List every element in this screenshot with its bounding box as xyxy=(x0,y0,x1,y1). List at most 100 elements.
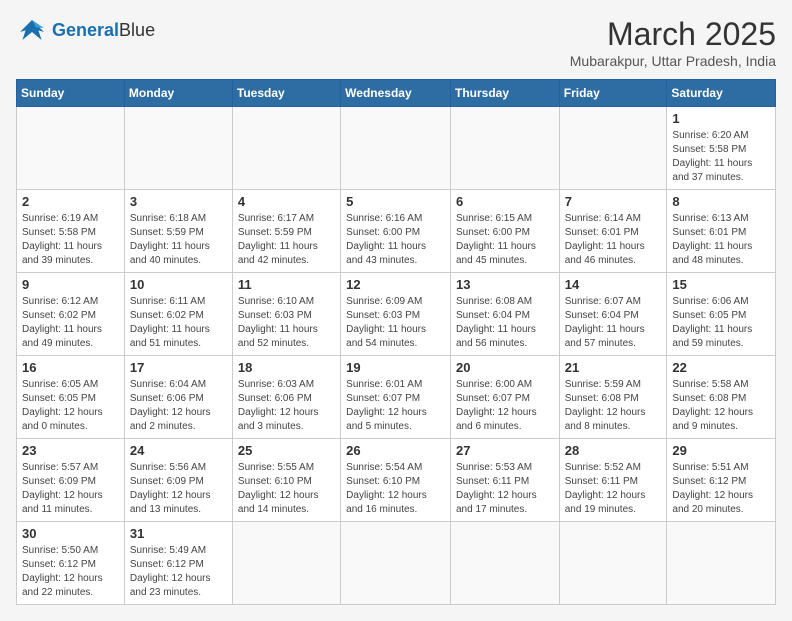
day-number: 11 xyxy=(238,277,335,292)
logo-icon xyxy=(16,16,48,44)
day-number: 28 xyxy=(565,443,662,458)
day-number: 17 xyxy=(130,360,227,375)
day-info: Sunrise: 5:57 AMSunset: 6:09 PMDaylight:… xyxy=(22,461,119,517)
day-number: 30 xyxy=(22,526,119,541)
day-number: 27 xyxy=(456,443,554,458)
day-number: 13 xyxy=(456,277,554,292)
calendar-week-6: 30 Sunrise: 5:50 AMSunset: 6:12 PMDayligh… xyxy=(17,522,776,605)
month-title: March 2025 xyxy=(570,16,776,53)
day-number: 18 xyxy=(238,360,335,375)
day-number: 6 xyxy=(456,194,554,209)
calendar-cell: 31 Sunrise: 5:49 AMSunset: 6:12 PMDayligh… xyxy=(124,522,232,605)
day-info: Sunrise: 6:09 AMSunset: 6:03 PMDaylight:… xyxy=(346,295,445,351)
calendar-cell xyxy=(232,107,340,190)
day-number: 24 xyxy=(130,443,227,458)
day-info: Sunrise: 6:03 AMSunset: 6:06 PMDaylight:… xyxy=(238,378,335,434)
day-info: Sunrise: 6:05 AMSunset: 6:05 PMDaylight:… xyxy=(22,378,119,434)
day-info: Sunrise: 5:58 AMSunset: 6:08 PMDaylight:… xyxy=(672,378,770,434)
day-number: 14 xyxy=(565,277,662,292)
day-info: Sunrise: 6:08 AMSunset: 6:04 PMDaylight:… xyxy=(456,295,554,351)
calendar-cell xyxy=(667,522,776,605)
calendar-week-3: 9Sunrise: 6:12 AMSunset: 6:02 PMDaylight… xyxy=(17,273,776,356)
day-info: Sunrise: 6:12 AMSunset: 6:02 PMDaylight:… xyxy=(22,295,119,351)
calendar-cell: 4 Sunrise: 6:17 AMSunset: 5:59 PMDaylight… xyxy=(232,190,340,273)
day-number: 26 xyxy=(346,443,445,458)
calendar-cell: 20Sunrise: 6:00 AMSunset: 6:07 PMDayligh… xyxy=(450,356,559,439)
day-number: 23 xyxy=(22,443,119,458)
day-info: Sunrise: 6:17 AMSunset: 5:59 PMDaylight:… xyxy=(238,212,335,268)
day-info: Sunrise: 5:54 AMSunset: 6:10 PMDaylight:… xyxy=(346,461,445,517)
calendar-cell: 1 Sunrise: 6:20 AMSunset: 5:58 PMDaylight… xyxy=(667,107,776,190)
day-info: Sunrise: 5:49 AMSunset: 6:12 PMDaylight:… xyxy=(130,544,227,600)
calendar-cell: 16Sunrise: 6:05 AMSunset: 6:05 PMDayligh… xyxy=(17,356,125,439)
day-number: 29 xyxy=(672,443,770,458)
calendar-cell xyxy=(559,107,667,190)
calendar-cell: 22Sunrise: 5:58 AMSunset: 6:08 PMDayligh… xyxy=(667,356,776,439)
calendar-cell: 18 Sunrise: 6:03 AMSunset: 6:06 PMDayligh… xyxy=(232,356,340,439)
day-info: Sunrise: 6:04 AMSunset: 6:06 PMDaylight:… xyxy=(130,378,227,434)
day-number: 10 xyxy=(130,277,227,292)
header: GeneralBlue March 2025 Mubarakpur, Uttar… xyxy=(16,16,776,69)
logo: GeneralBlue xyxy=(16,16,155,44)
day-number: 1 xyxy=(672,111,770,126)
day-number: 4 xyxy=(238,194,335,209)
calendar-cell: 2 Sunrise: 6:19 AMSunset: 5:58 PMDaylight… xyxy=(17,190,125,273)
day-number: 12 xyxy=(346,277,445,292)
calendar-week-4: 16Sunrise: 6:05 AMSunset: 6:05 PMDayligh… xyxy=(17,356,776,439)
header-day-monday: Monday xyxy=(124,80,232,107)
calendar-cell xyxy=(450,522,559,605)
day-number: 2 xyxy=(22,194,119,209)
day-number: 3 xyxy=(130,194,227,209)
day-info: Sunrise: 6:19 AMSunset: 5:58 PMDaylight:… xyxy=(22,212,119,268)
calendar-cell: 27 Sunrise: 5:53 AMSunset: 6:11 PMDayligh… xyxy=(450,439,559,522)
day-number: 25 xyxy=(238,443,335,458)
day-info: Sunrise: 5:59 AMSunset: 6:08 PMDaylight:… xyxy=(565,378,662,434)
day-info: Sunrise: 6:07 AMSunset: 6:04 PMDaylight:… xyxy=(565,295,662,351)
header-day-saturday: Saturday xyxy=(667,80,776,107)
header-day-thursday: Thursday xyxy=(450,80,559,107)
calendar-cell: 8 Sunrise: 6:13 AMSunset: 6:01 PMDaylight… xyxy=(667,190,776,273)
calendar-cell: 11Sunrise: 6:10 AMSunset: 6:03 PMDayligh… xyxy=(232,273,340,356)
calendar-cell: 21 Sunrise: 5:59 AMSunset: 6:08 PMDayligh… xyxy=(559,356,667,439)
day-number: 19 xyxy=(346,360,445,375)
calendar-cell: 7Sunrise: 6:14 AMSunset: 6:01 PMDaylight… xyxy=(559,190,667,273)
header-day-sunday: Sunday xyxy=(17,80,125,107)
day-info: Sunrise: 5:51 AMSunset: 6:12 PMDaylight:… xyxy=(672,461,770,517)
day-info: Sunrise: 5:53 AMSunset: 6:11 PMDaylight:… xyxy=(456,461,554,517)
day-number: 21 xyxy=(565,360,662,375)
day-info: Sunrise: 6:06 AMSunset: 6:05 PMDaylight:… xyxy=(672,295,770,351)
day-number: 7 xyxy=(565,194,662,209)
calendar-cell: 6 Sunrise: 6:15 AMSunset: 6:00 PMDaylight… xyxy=(450,190,559,273)
day-number: 31 xyxy=(130,526,227,541)
calendar-cell: 15Sunrise: 6:06 AMSunset: 6:05 PMDayligh… xyxy=(667,273,776,356)
location-title: Mubarakpur, Uttar Pradesh, India xyxy=(570,53,776,69)
calendar-cell: 17 Sunrise: 6:04 AMSunset: 6:06 PMDayligh… xyxy=(124,356,232,439)
calendar-cell xyxy=(232,522,340,605)
calendar-cell: 14 Sunrise: 6:07 AMSunset: 6:04 PMDayligh… xyxy=(559,273,667,356)
calendar: SundayMondayTuesdayWednesdayThursdayFrid… xyxy=(16,79,776,605)
day-info: Sunrise: 6:01 AMSunset: 6:07 PMDaylight:… xyxy=(346,378,445,434)
day-info: Sunrise: 6:13 AMSunset: 6:01 PMDaylight:… xyxy=(672,212,770,268)
calendar-cell: 23 Sunrise: 5:57 AMSunset: 6:09 PMDayligh… xyxy=(17,439,125,522)
day-number: 20 xyxy=(456,360,554,375)
calendar-week-5: 23 Sunrise: 5:57 AMSunset: 6:09 PMDayligh… xyxy=(17,439,776,522)
day-info: Sunrise: 5:55 AMSunset: 6:10 PMDaylight:… xyxy=(238,461,335,517)
day-info: Sunrise: 5:50 AMSunset: 6:12 PMDaylight:… xyxy=(22,544,119,600)
title-area: March 2025 Mubarakpur, Uttar Pradesh, In… xyxy=(570,16,776,69)
day-number: 8 xyxy=(672,194,770,209)
calendar-cell: 28Sunrise: 5:52 AMSunset: 6:11 PMDayligh… xyxy=(559,439,667,522)
day-info: Sunrise: 6:15 AMSunset: 6:00 PMDaylight:… xyxy=(456,212,554,268)
calendar-cell: 29 Sunrise: 5:51 AMSunset: 6:12 PMDayligh… xyxy=(667,439,776,522)
calendar-header-row: SundayMondayTuesdayWednesdayThursdayFrid… xyxy=(17,80,776,107)
calendar-cell xyxy=(559,522,667,605)
day-info: Sunrise: 6:20 AMSunset: 5:58 PMDaylight:… xyxy=(672,129,770,185)
calendar-cell xyxy=(124,107,232,190)
header-day-wednesday: Wednesday xyxy=(341,80,451,107)
calendar-week-1: 1 Sunrise: 6:20 AMSunset: 5:58 PMDaylight… xyxy=(17,107,776,190)
calendar-cell xyxy=(341,522,451,605)
header-day-friday: Friday xyxy=(559,80,667,107)
header-day-tuesday: Tuesday xyxy=(232,80,340,107)
calendar-cell: 26 Sunrise: 5:54 AMSunset: 6:10 PMDayligh… xyxy=(341,439,451,522)
calendar-cell: 3Sunrise: 6:18 AMSunset: 5:59 PMDaylight… xyxy=(124,190,232,273)
logo-text: GeneralBlue xyxy=(52,20,155,41)
